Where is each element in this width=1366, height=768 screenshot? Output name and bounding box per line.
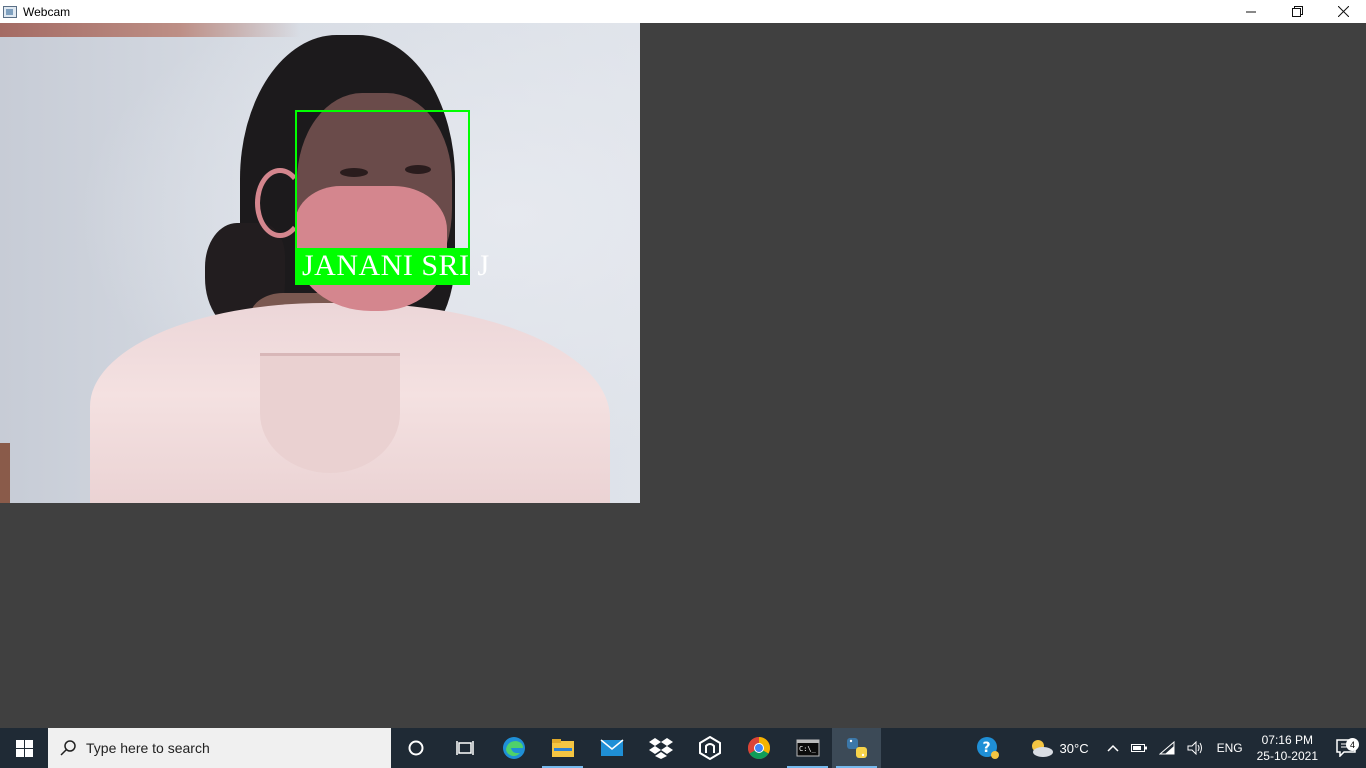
person-dupatta-fold [260,353,400,473]
volume-tray-button[interactable] [1181,741,1211,755]
webcam-frame: JANANI SRI J [0,23,640,503]
search-icon [60,740,76,756]
webcam-app-icon [3,5,17,18]
app-button[interactable] [685,728,734,768]
language-indicator[interactable]: ENG [1211,741,1249,755]
battery-tray-button[interactable] [1125,743,1153,753]
taskbar: Type here to search C:\_ ? 30°C ENG 07:1… [0,728,1366,768]
minimize-icon [1246,11,1256,12]
svg-text:C:\_: C:\_ [799,745,817,753]
help-icon: ? [976,737,999,759]
help-tray-button[interactable]: ? [970,736,1006,760]
file-explorer-icon [551,739,574,757]
wifi-icon [1158,741,1175,755]
window-title: Webcam [23,4,71,19]
cortana-button[interactable] [391,728,440,768]
task-view-icon [455,741,474,755]
windows-logo-icon [15,739,33,757]
window-controls [1228,0,1366,23]
weather-temperature: 30°C [1059,740,1089,756]
terminal-icon: C:\_ [796,739,819,757]
edge-icon [502,737,525,759]
frame-top-strip [0,23,300,37]
window-client-area: JANANI SRI J [0,23,1366,728]
show-hidden-icons-button[interactable] [1101,744,1125,752]
search-placeholder: Type here to search [86,740,210,756]
clock-date: 25-10-2021 [1256,749,1318,763]
python-button[interactable] [832,728,881,768]
terminal-button[interactable]: C:\_ [783,728,832,768]
frame-left-strip [0,443,10,503]
mail-button[interactable] [587,728,636,768]
detection-label: JANANI SRI J [302,249,490,282]
dropbox-icon [648,738,673,759]
action-center-button[interactable]: 4 [1326,738,1366,757]
edge-button[interactable] [489,728,538,768]
taskbar-clock[interactable]: 07:16 PM 25-10-2021 [1249,732,1326,764]
mail-icon [600,739,623,756]
notification-count-badge: 4 [1346,738,1359,751]
app-icon [698,736,721,760]
clock-time: 07:16 PM [1261,733,1313,747]
battery-icon [1130,744,1147,752]
system-tray: ? 30°C ENG 07:16 PM 25-10-2021 4 [970,728,1366,768]
svg-text:?: ? [982,740,990,756]
chrome-icon [747,737,770,759]
speaker-icon [1187,741,1202,755]
start-button[interactable] [0,728,48,768]
python-icon [846,738,867,758]
window-titlebar: Webcam [0,0,1366,23]
close-icon [1337,6,1349,17]
chrome-button[interactable] [734,728,783,768]
restore-button[interactable] [1274,0,1320,23]
close-button[interactable] [1320,0,1366,23]
restore-icon [1291,6,1303,17]
taskbar-search-box[interactable]: Type here to search [48,728,391,768]
network-tray-button[interactable] [1153,741,1181,755]
file-explorer-button[interactable] [538,728,587,768]
weather-widget[interactable]: 30°C [1022,738,1095,758]
task-view-button[interactable] [440,728,489,768]
cortana-icon [408,740,423,756]
chevron-up-icon [1107,744,1119,752]
minimize-button[interactable] [1228,0,1274,23]
weather-partly-cloudy-icon [1031,740,1053,757]
dropbox-button[interactable] [636,728,685,768]
